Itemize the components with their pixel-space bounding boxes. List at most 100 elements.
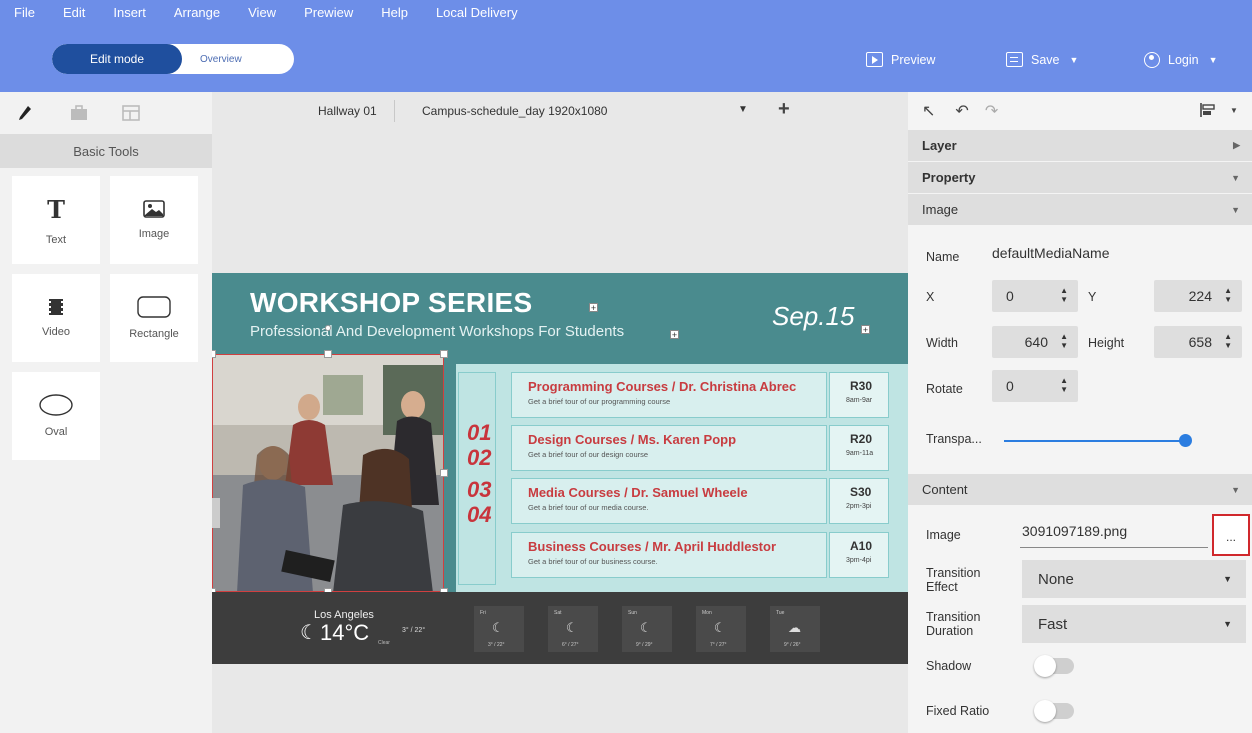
course-row[interactable]: Media Courses / Dr. Samuel Wheele Get a …: [511, 478, 827, 524]
height-input[interactable]: 658 ▲ ▼: [1154, 326, 1242, 358]
image-tool[interactable]: Image: [110, 176, 198, 264]
room-cell[interactable]: R30 8am-9ar: [829, 372, 889, 418]
room-time: 2pm-3pi: [846, 503, 872, 510]
width-value: 640: [1024, 334, 1048, 350]
layout-select[interactable]: Campus-schedule_day 1920x1080: [422, 104, 607, 118]
property-section[interactable]: Property ▼: [908, 162, 1252, 194]
redo-icon[interactable]: ↷: [985, 101, 998, 121]
panel-collapse-handle[interactable]: [212, 498, 220, 528]
add-icon[interactable]: +: [861, 325, 870, 335]
menu-insert[interactable]: Insert: [105, 5, 154, 23]
room-cell[interactable]: R20 9am-11a: [829, 425, 889, 471]
name-input[interactable]: defaultMediaName: [992, 245, 1110, 261]
course-title: Programming Courses / Dr. Christina Abre…: [528, 379, 797, 394]
screen-name[interactable]: Hallway 01: [318, 104, 377, 118]
resize-handle[interactable]: [324, 350, 332, 358]
resize-handle[interactable]: [440, 350, 448, 358]
forecast-day: Sat ☾ 6° / 27°: [548, 606, 598, 652]
spinner-icon[interactable]: ▲ ▼: [1224, 286, 1232, 304]
spinner-icon[interactable]: ▲ ▼: [1224, 332, 1232, 350]
select-pointer-icon[interactable]: ↖: [922, 101, 935, 121]
course-row[interactable]: Business Courses / Mr. April Huddlestor …: [511, 532, 827, 578]
text-tool[interactable]: T Text: [12, 176, 100, 264]
menu-edit[interactable]: Edit: [55, 5, 93, 23]
add-icon[interactable]: +: [778, 98, 790, 121]
mode-toggle[interactable]: Edit mode Overview: [52, 44, 294, 74]
add-icon[interactable]: +: [670, 330, 679, 340]
slide-canvas[interactable]: WORKSHOP SERIES + Professional And Devel…: [212, 273, 908, 664]
image-file-input[interactable]: 3091097189.png: [1022, 523, 1127, 539]
transition-effect-select[interactable]: None ▼: [1022, 560, 1246, 598]
chevron-down-icon: ▼: [1231, 172, 1240, 183]
rotate-input[interactable]: 0 ▲ ▼: [992, 370, 1078, 402]
property-section-title: Property: [922, 170, 976, 185]
transparency-slider-track[interactable]: [1004, 440, 1188, 442]
moon-icon: ☾: [566, 620, 578, 635]
menu-local-delivery[interactable]: Local Delivery: [428, 5, 526, 23]
menu-help[interactable]: Help: [373, 5, 416, 23]
fixed-ratio-toggle[interactable]: [1034, 700, 1074, 722]
content-section[interactable]: Content ▼: [908, 474, 1252, 506]
rotate-label: Rotate: [926, 382, 963, 396]
width-input[interactable]: 640 ▲ ▼: [992, 326, 1078, 358]
rectangle-icon: [137, 296, 171, 318]
menu-file[interactable]: File: [0, 5, 43, 23]
oval-tool[interactable]: Oval: [12, 372, 100, 460]
add-icon[interactable]: +: [589, 303, 598, 313]
resize-handle[interactable]: [212, 350, 216, 358]
forecast-day: Mon ☾ 7° / 27°: [696, 606, 746, 652]
preview-button[interactable]: Preview: [866, 52, 935, 67]
moon-icon: ☾: [714, 620, 726, 635]
image-section[interactable]: Image ▼: [908, 194, 1252, 226]
resize-handle[interactable]: [440, 469, 448, 477]
forecast-temp: 3° / 22°: [488, 642, 505, 648]
slide-title[interactable]: WORKSHOP SERIES: [250, 287, 532, 319]
room-cell[interactable]: S30 2pm-3pi: [829, 478, 889, 524]
course-number[interactable]: 04: [467, 502, 491, 528]
course-number[interactable]: 01: [467, 420, 491, 446]
slide-date[interactable]: Sep.15: [772, 301, 854, 332]
slide-subtitle[interactable]: Professional And Development Workshops F…: [250, 323, 624, 340]
height-label: Height: [1088, 336, 1125, 350]
shadow-toggle[interactable]: [1034, 655, 1074, 677]
transition-duration-select[interactable]: Fast ▼: [1022, 605, 1246, 643]
overview-mode-button[interactable]: Overview: [182, 44, 294, 74]
canvas-toolbar: Hallway 01 Campus-schedule_day 1920x1080…: [212, 92, 908, 130]
save-button[interactable]: Save ▼: [1006, 52, 1078, 67]
course-number[interactable]: 03: [467, 477, 491, 503]
layer-section[interactable]: Layer ▶: [908, 130, 1252, 162]
pencil-tab[interactable]: [18, 105, 70, 121]
login-button[interactable]: Login ▼: [1144, 52, 1218, 68]
edit-mode-button[interactable]: Edit mode: [52, 44, 182, 74]
spinner-icon[interactable]: ▲ ▼: [1060, 376, 1068, 394]
spinner-icon[interactable]: ▲ ▼: [1060, 286, 1068, 304]
course-row[interactable]: Programming Courses / Dr. Christina Abre…: [511, 372, 827, 418]
chevron-down-icon[interactable]: ▼: [738, 104, 748, 115]
chevron-down-icon[interactable]: ▼: [1230, 106, 1238, 115]
browse-file-button[interactable]: ...: [1212, 514, 1250, 556]
menu-view[interactable]: View: [240, 5, 284, 23]
y-label: Y: [1088, 290, 1097, 304]
course-description: Get a brief tour of our design course: [528, 450, 649, 459]
transparency-slider-knob[interactable]: [1179, 434, 1192, 447]
selected-image[interactable]: [212, 354, 444, 592]
spinner-icon[interactable]: ▲ ▼: [1060, 332, 1068, 350]
x-input[interactable]: 0 ▲ ▼: [992, 280, 1078, 312]
forecast-day: Tue ☁ 9° / 26°: [770, 606, 820, 652]
rectangle-tool[interactable]: Rectangle: [110, 274, 198, 362]
chevron-down-icon: ▼: [1069, 54, 1079, 65]
y-input[interactable]: 224 ▲ ▼: [1154, 280, 1242, 312]
course-number[interactable]: 02: [467, 445, 491, 471]
course-row[interactable]: Design Courses / Ms. Karen Popp Get a br…: [511, 425, 827, 471]
rotate-handle[interactable]: [325, 325, 331, 331]
toolbox-tab[interactable]: [70, 105, 122, 121]
menu-preview[interactable]: Prewiew: [296, 5, 361, 23]
undo-icon[interactable]: ↶: [955, 101, 968, 121]
weather-bar[interactable]: ☾ Los Angeles 14°C 3° / 22° Clear Fri ☾ …: [212, 592, 908, 664]
tools-panel: Basic Tools T Text Image Video Rectangle…: [0, 92, 212, 733]
room-cell[interactable]: A10 3pm-4pi: [829, 532, 889, 578]
align-icon[interactable]: [1200, 102, 1216, 123]
menu-arrange[interactable]: Arrange: [166, 5, 228, 23]
video-tool[interactable]: Video: [12, 274, 100, 362]
layout-tab[interactable]: [122, 105, 174, 121]
